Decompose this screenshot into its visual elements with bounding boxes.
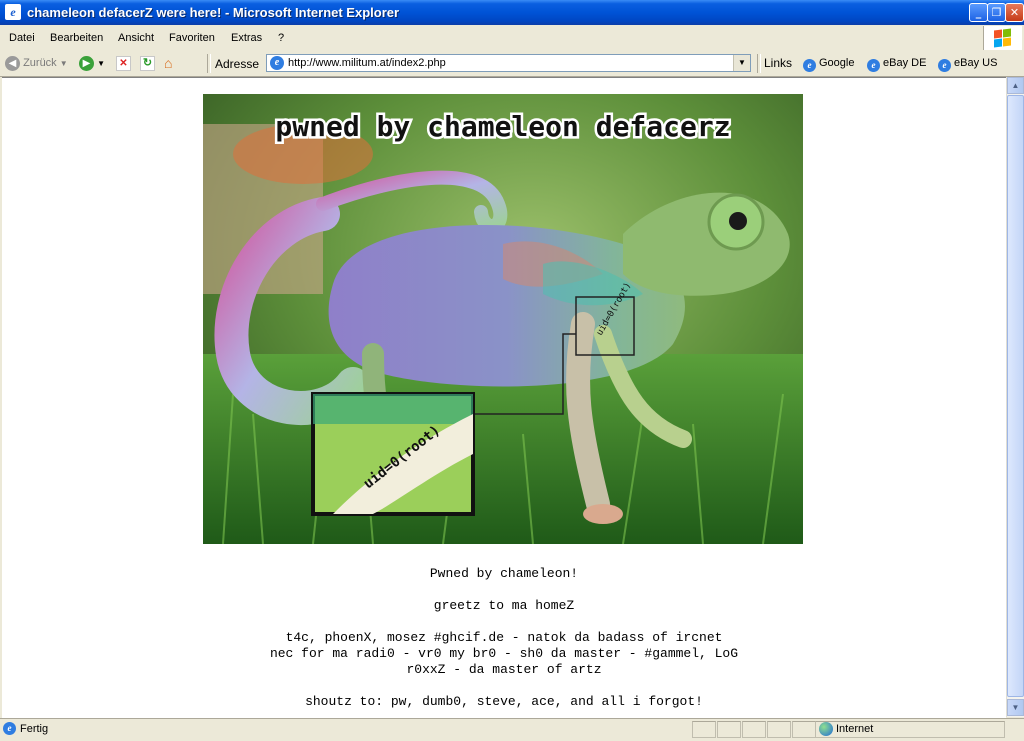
home-icon: ⌂ — [164, 55, 173, 71]
address-url: http://www.militum.at/index2.php — [288, 57, 446, 69]
page-viewport: pwned by chameleon defacerz uid=0(root) … — [2, 77, 1006, 718]
back-dropdown-icon[interactable]: ▼ — [60, 59, 68, 68]
greetz-list-1: t4c, phoenX, mosez #ghcif.de - natok da … — [285, 630, 723, 645]
link-ie-icon: e — [803, 59, 816, 72]
link-google-label: Google — [819, 57, 855, 69]
stop-icon: ✕ — [116, 56, 131, 71]
greetz-line: greetz to ma homeZ — [433, 598, 575, 613]
forward-button[interactable]: ▶ ▼ — [79, 55, 105, 72]
forward-dropdown-icon[interactable]: ▼ — [97, 59, 105, 68]
status-bar: e Fertig Internet — [0, 718, 1024, 741]
window-title: chameleon defacerZ were here! - Microsof… — [27, 5, 400, 20]
hero-image: pwned by chameleon defacerz uid=0(root) … — [203, 94, 803, 544]
back-button[interactable]: ◀ Zurück ▼ — [5, 55, 68, 72]
address-label: Adresse — [215, 57, 260, 71]
toolbar-separator — [757, 54, 761, 73]
menu-datei[interactable]: Datei — [9, 32, 35, 44]
globe-icon — [819, 722, 833, 736]
address-input[interactable]: e http://www.militum.at/index2.php ▼ — [266, 54, 751, 72]
address-dropdown-icon[interactable]: ▼ — [733, 55, 750, 71]
stop-button[interactable]: ✕ — [116, 55, 131, 72]
status-cell — [767, 721, 791, 738]
zone-label: Internet — [836, 723, 874, 735]
greetz-list-3: r0xxZ - da master of artz — [406, 662, 602, 677]
links-label[interactable]: Links — [764, 56, 792, 70]
scroll-thumb[interactable] — [1007, 95, 1024, 697]
status-cell — [792, 721, 816, 738]
status-cell — [692, 721, 716, 738]
close-button[interactable]: ✕ — [1005, 3, 1024, 22]
title-bar: e chameleon defacerZ were here! - Micros… — [0, 0, 1024, 25]
scroll-down-button[interactable]: ▼ — [1007, 699, 1024, 716]
menu-bearbeiten[interactable]: Bearbeiten — [50, 32, 103, 44]
chameleon-image: pwned by chameleon defacerz uid=0(root) … — [203, 94, 803, 544]
back-arrow-icon: ◀ — [5, 55, 20, 71]
minimize-button[interactable]: _ — [969, 3, 988, 22]
menu-extras[interactable]: Extras — [231, 32, 262, 44]
hero-caption: pwned by chameleon defacerz — [275, 110, 730, 143]
link-ebay-de-label: eBay DE — [883, 57, 927, 69]
status-page-icon: e — [3, 722, 16, 735]
scroll-up-button[interactable]: ▲ — [1007, 77, 1024, 94]
toolbar-separator — [207, 54, 211, 73]
link-ebay-us[interactable]: e eBay US — [938, 57, 997, 72]
ie-app-icon[interactable]: e — [5, 4, 21, 20]
home-button[interactable]: ⌂ — [164, 55, 172, 72]
menu-favoriten[interactable]: Favoriten — [169, 32, 215, 44]
pwned-line: Pwned by chameleon! — [429, 566, 579, 581]
menu-help[interactable]: ? — [278, 32, 284, 44]
refresh-icon: ↻ — [140, 56, 155, 71]
link-ie-icon: e — [938, 59, 951, 72]
vertical-scrollbar[interactable]: ▲ ▼ — [1006, 77, 1024, 717]
status-cell — [717, 721, 741, 738]
shoutz-line: shoutz to: pw, dumb0, steve, ace, and al… — [305, 694, 703, 709]
link-ebay-us-label: eBay US — [954, 57, 998, 69]
forward-arrow-icon: ▶ — [79, 55, 94, 71]
link-google[interactable]: e Google — [803, 57, 854, 72]
page-icon: e — [270, 56, 284, 70]
windows-logo-icon — [983, 26, 1022, 50]
menu-bar: Datei Bearbeiten Ansicht Favoriten Extra… — [0, 25, 1024, 52]
back-label: Zurück — [23, 57, 57, 69]
menu-ansicht[interactable]: Ansicht — [118, 32, 154, 44]
status-cell — [742, 721, 766, 738]
page-message: Pwned by chameleon! greetz to ma homeZ t… — [2, 566, 1006, 718]
status-text: Fertig — [20, 723, 49, 735]
refresh-button[interactable]: ↻ — [140, 55, 155, 72]
greetz-list-2: nec for ma radi0 - vr0 my br0 - sh0 da m… — [269, 646, 739, 661]
link-ebay-de[interactable]: e eBay DE — [867, 57, 926, 72]
link-ie-icon: e — [867, 59, 880, 72]
maximize-button[interactable]: ❐ — [987, 3, 1006, 22]
address-toolbar: ◀ Zurück ▼ ▶ ▼ ✕ ↻ ⌂ Adresse e http://ww… — [0, 51, 1024, 77]
